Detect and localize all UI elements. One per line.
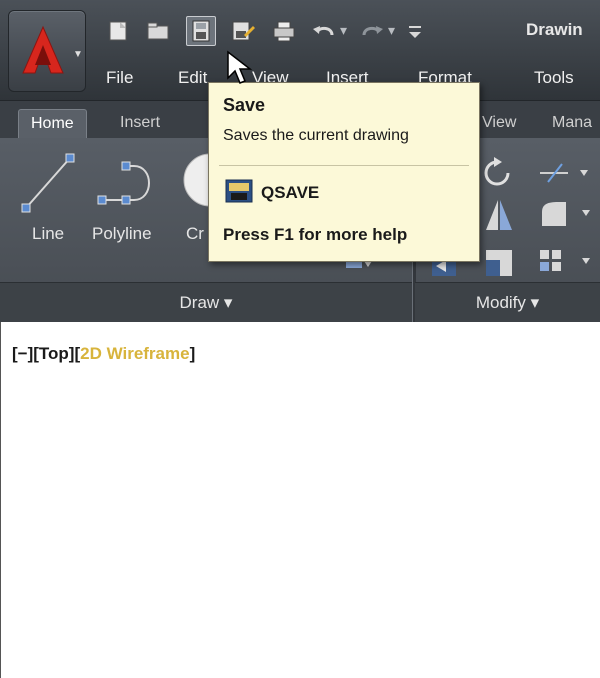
modify-panel-title[interactable]: Modify ▾ <box>415 282 600 323</box>
scale-icon[interactable] <box>484 248 514 278</box>
application-menu-button[interactable]: ▼ <box>8 10 86 92</box>
viewport-close-bracket: ] <box>189 344 196 363</box>
tab-manage[interactable]: Mana <box>540 109 600 139</box>
open-icon[interactable] <box>144 17 172 45</box>
save-tooltip: Save Saves the current drawing QSAVE Pre… <box>208 82 480 262</box>
array-icon[interactable] <box>536 246 596 278</box>
polyline-tool-label[interactable]: Polyline <box>92 224 152 244</box>
tooltip-description: Saves the current drawing <box>223 127 409 144</box>
draw-panel-title[interactable]: Draw ▾ <box>0 282 412 323</box>
customize-icon[interactable] <box>404 17 426 45</box>
save-icon[interactable] <box>186 16 216 46</box>
menu-tools[interactable]: Tools <box>534 68 574 88</box>
mouse-cursor-icon <box>227 50 253 84</box>
menu-edit[interactable]: Edit <box>178 68 207 88</box>
undo-dropdown-icon[interactable]: ▾ <box>340 22 347 39</box>
qsave-command-icon <box>225 179 253 203</box>
new-icon[interactable] <box>104 17 132 45</box>
tooltip-command-name: QSAVE <box>261 183 320 202</box>
plot-icon[interactable] <box>270 17 298 45</box>
circle-tool-icon[interactable] <box>180 150 210 210</box>
fillet-icon[interactable] <box>536 198 596 228</box>
redo-dropdown-icon[interactable]: ▾ <box>388 22 395 39</box>
circle-tool-label[interactable]: Cr <box>186 224 204 244</box>
autocad-logo-icon <box>22 25 64 74</box>
drawing-canvas[interactable] <box>0 322 600 678</box>
viewport-controls[interactable]: [−][Top][2D Wireframe] <box>12 344 195 364</box>
chevron-down-icon: ▼ <box>73 49 83 60</box>
trim-icon[interactable] <box>534 160 594 186</box>
undo-icon[interactable] <box>310 17 338 45</box>
redo-icon[interactable] <box>358 17 386 45</box>
tooltip-help-hint: Press F1 for more help <box>223 225 408 244</box>
tooltip-title: Save <box>223 95 266 115</box>
mirror-icon[interactable] <box>484 198 514 232</box>
tooltip-divider <box>219 165 469 166</box>
line-tool-icon[interactable] <box>18 150 78 216</box>
polyline-tool-icon[interactable] <box>96 156 160 210</box>
autocad-window: ▼ ▾ ▾ Drawin File Edit View Insert Forma… <box>0 0 600 678</box>
viewport-view-label[interactable]: [−][Top][ <box>12 344 80 363</box>
window-title: Drawin <box>526 20 583 39</box>
tab-home[interactable]: Home <box>18 109 87 140</box>
line-tool-label[interactable]: Line <box>32 224 64 244</box>
quick-access-toolbar: ▾ ▾ <box>100 14 600 48</box>
menu-file[interactable]: File <box>106 68 133 88</box>
save-as-icon[interactable] <box>228 17 256 45</box>
tab-insert[interactable]: Insert <box>108 109 172 139</box>
visual-style-label[interactable]: 2D Wireframe <box>80 344 189 363</box>
rotate-icon[interactable] <box>480 156 514 190</box>
